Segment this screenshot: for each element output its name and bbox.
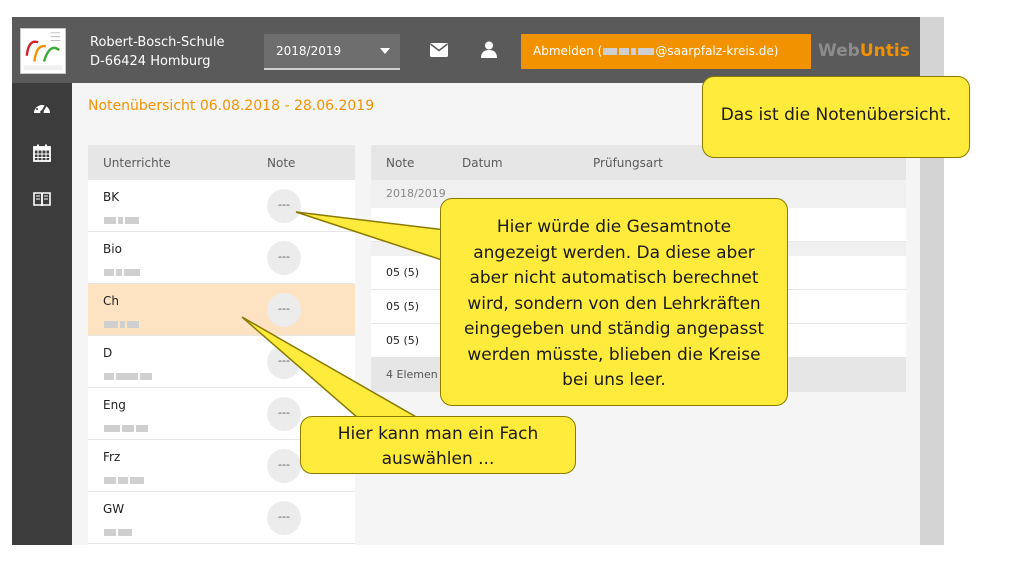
logout-button[interactable]: Abmelden ( @saarpfalz-kreis.de)	[521, 34, 811, 69]
logout-label-prefix: Abmelden (	[533, 44, 603, 58]
grade-circle: ---	[267, 241, 301, 275]
top-bar: Robert-Bosch-Schule D-66424 Homburg 2018…	[12, 17, 922, 83]
school-year-select[interactable]: 2018/2019	[264, 34, 400, 70]
calendar-icon[interactable]	[33, 144, 51, 162]
grade-circle: ---	[267, 501, 301, 535]
side-navigation	[12, 83, 72, 545]
redacted-teacher	[103, 366, 153, 380]
redacted-text	[631, 48, 637, 55]
subject-row[interactable]: GW ---	[88, 492, 355, 544]
school-address: D-66424 Homburg	[90, 54, 211, 69]
subject-row-selected[interactable]: Ch ---	[88, 284, 355, 336]
webuntis-logo: WebUntis	[818, 41, 910, 61]
subject-name: Frz	[103, 450, 121, 464]
subject-name: BK	[103, 190, 120, 204]
redacted-teacher	[103, 314, 140, 328]
mail-icon[interactable]	[430, 43, 448, 57]
grade-circle: ---	[267, 345, 301, 379]
page-title: Notenübersicht 06.08.2018 - 28.06.2019	[88, 98, 375, 114]
dashboard-icon[interactable]	[33, 99, 51, 117]
redacted-teacher	[103, 210, 140, 224]
school-name: Robert-Bosch-Schule	[90, 35, 225, 50]
redacted-teacher	[103, 262, 141, 276]
subject-name: D	[103, 346, 113, 360]
subject-row[interactable]: BK ---	[88, 180, 355, 232]
user-icon[interactable]	[481, 41, 497, 58]
redacted-text	[638, 48, 655, 55]
subject-name: Bio	[103, 242, 122, 256]
book-icon[interactable]	[33, 190, 51, 208]
column-header-date: Datum	[462, 156, 503, 170]
column-header-grade: Note	[267, 156, 296, 170]
subjects-table: Unterrichte Note BK --- Bio --- Ch --- D…	[88, 145, 355, 545]
subject-name: Eng	[103, 398, 126, 412]
redacted-teacher	[103, 522, 133, 536]
redacted-teacher	[103, 470, 145, 484]
chevron-down-icon	[380, 48, 390, 54]
column-header-grade: Note	[386, 156, 415, 170]
callout-select-subject: Hier kann man ein Fach auswählen ...	[300, 416, 576, 474]
logout-label-suffix: @saarpfalz-kreis.de)	[655, 44, 779, 58]
column-header-subject: Unterrichte	[103, 156, 171, 170]
grade-circle: ---	[267, 449, 301, 483]
redacted-text	[619, 48, 630, 55]
school-logo	[20, 28, 66, 74]
redacted-teacher	[103, 418, 149, 432]
grade-circle: ---	[267, 189, 301, 223]
subject-row[interactable]: Bio ---	[88, 232, 355, 284]
subject-row[interactable]: D ---	[88, 336, 355, 388]
subject-name: GW	[103, 502, 125, 516]
callout-total-grade: Hier würde die Gesamtnote angezeigt werd…	[440, 198, 788, 406]
subject-name: Ch	[103, 294, 119, 308]
school-year-value: 2018/2019	[276, 44, 342, 58]
callout-overview: Das ist die Notenübersicht.	[702, 76, 970, 158]
grade-circle: ---	[267, 397, 301, 431]
redacted-text	[603, 48, 618, 55]
brand-web: Web	[818, 41, 860, 61]
column-header-exam-type: Prüfungsart	[593, 156, 663, 170]
brand-untis: Untis	[859, 41, 910, 61]
grade-circle: ---	[267, 293, 301, 327]
